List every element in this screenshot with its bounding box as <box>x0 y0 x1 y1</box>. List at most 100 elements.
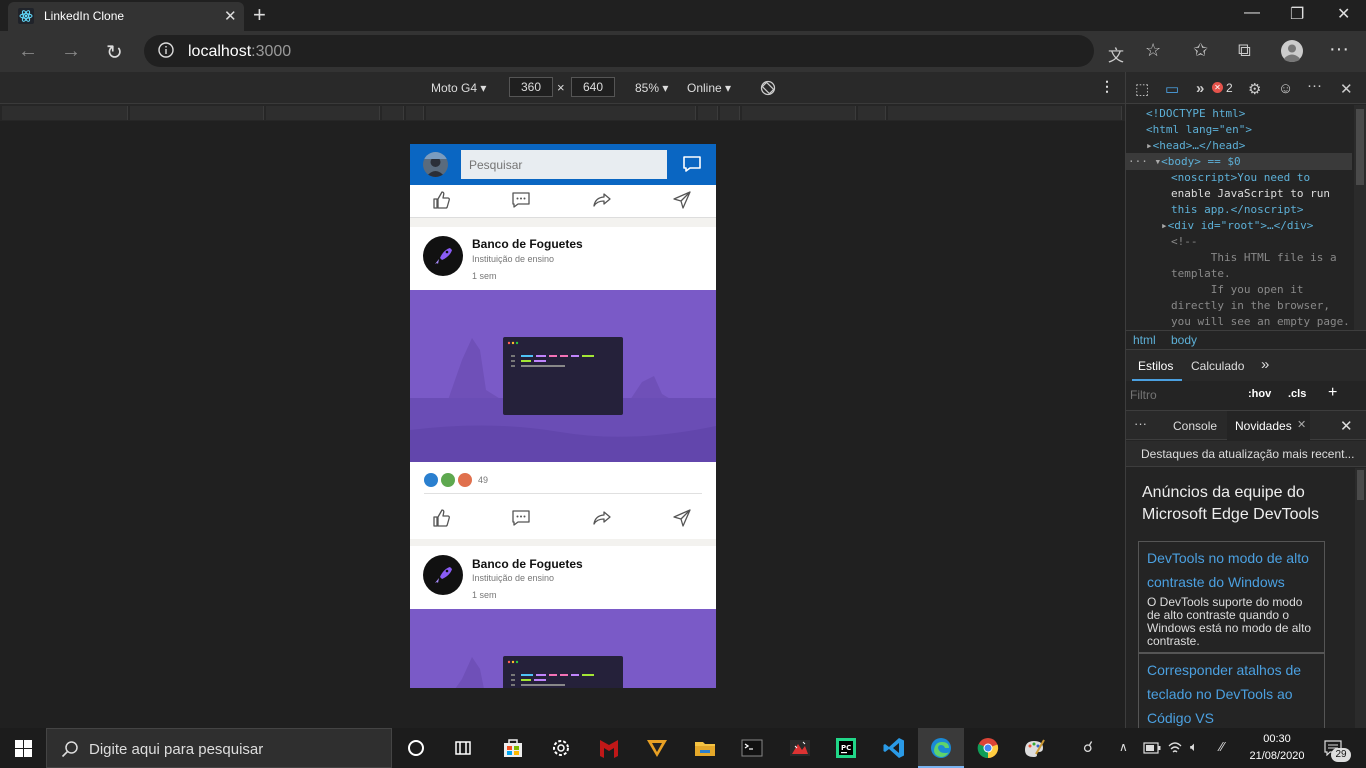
throttling-select[interactable]: Online ▾ <box>687 81 731 95</box>
settings-gear-icon[interactable]: ⚙ <box>1248 80 1261 98</box>
dom-node-selected[interactable]: ··· ▾<body> == $0 <box>1128 155 1241 168</box>
browser-tab[interactable]: LinkedIn Clone ✕ <box>8 2 244 31</box>
cls-button[interactable]: .cls <box>1288 388 1306 400</box>
share-icon[interactable] <box>592 190 612 210</box>
ruler-segment[interactable] <box>426 106 696 120</box>
more-tabs-icon[interactable]: » <box>1196 80 1204 97</box>
ruler-segment[interactable] <box>698 106 718 120</box>
news-card-heading[interactable]: DevTools no modo de alto contraste do Wi… <box>1147 546 1316 594</box>
volume-icon[interactable]: 🔈︎ <box>1190 739 1198 755</box>
device-height-input[interactable]: 640 <box>571 77 615 97</box>
ruler-segment[interactable] <box>742 106 856 120</box>
rotate-icon[interactable] <box>760 80 776 96</box>
ruler-segment[interactable] <box>858 106 886 120</box>
ruler-segment[interactable] <box>406 106 424 120</box>
device-emulation-icon[interactable]: ▭ <box>1165 80 1179 98</box>
more-tabs-icon[interactable]: » <box>1261 356 1269 373</box>
devtools-close-icon[interactable]: ✕ <box>1340 80 1353 98</box>
battery-icon[interactable] <box>1143 742 1161 754</box>
scrollbar[interactable] <box>1354 105 1366 330</box>
error-icon[interactable]: ✕ <box>1212 82 1223 93</box>
vscode-icon[interactable] <box>882 736 906 760</box>
info-icon[interactable] <box>157 41 175 59</box>
pycharm-icon[interactable]: PC <box>834 736 858 760</box>
like-icon[interactable] <box>431 190 451 210</box>
notification-badge[interactable]: 29 <box>1331 748 1351 762</box>
inspect-element-icon[interactable]: ⬚ <box>1135 80 1149 98</box>
device-width-input[interactable]: 360 <box>509 77 553 97</box>
post-image[interactable] <box>410 290 716 462</box>
wifi-icon[interactable] <box>1167 740 1183 756</box>
address-bar[interactable]: localhost:3000 <box>144 35 1094 67</box>
device-more-icon[interactable]: ⋮ <box>1100 78 1114 95</box>
error-count[interactable]: 2 <box>1226 81 1233 95</box>
styles-filter-input[interactable] <box>1130 385 1230 405</box>
breadcrumb-html[interactable]: html <box>1133 333 1156 347</box>
profile-avatar-icon[interactable] <box>1281 40 1303 62</box>
company-logo[interactable] <box>423 555 463 595</box>
add-rule-icon[interactable]: + <box>1328 384 1337 402</box>
ruler-segment[interactable] <box>720 106 740 120</box>
scrollbar-thumb[interactable] <box>1356 109 1364 185</box>
paint-icon[interactable] <box>1022 736 1046 760</box>
keyboard-language-icon[interactable]: ⁄⁄ <box>1220 739 1224 754</box>
tab-whats-new[interactable]: Novidades <box>1235 419 1292 433</box>
settings-icon[interactable] <box>549 736 573 760</box>
reaction-count[interactable]: 49 <box>478 475 488 485</box>
favorites-icon[interactable]: ✩ <box>1193 40 1208 61</box>
store-icon[interactable] <box>501 736 525 760</box>
forward-icon[interactable]: → <box>61 40 81 63</box>
news-card[interactable]: DevTools no modo de alto contraste do Wi… <box>1138 541 1325 653</box>
user-avatar[interactable] <box>423 152 448 177</box>
news-card[interactable]: Corresponder atalhos de teclado no DevTo… <box>1138 653 1325 728</box>
ruler-segment[interactable] <box>382 106 404 120</box>
device-select[interactable]: Moto G4 ▾ <box>431 81 486 95</box>
taskbar-search[interactable]: Digite aqui para pesquisar <box>46 728 392 768</box>
send-icon[interactable] <box>672 508 692 528</box>
scrollbar[interactable] <box>1355 468 1366 728</box>
tab-styles[interactable]: Estilos <box>1138 359 1173 373</box>
scrollbar-thumb[interactable] <box>1357 470 1364 500</box>
tab-close-icon[interactable]: ✕ <box>1297 418 1306 431</box>
hov-button[interactable]: :hov <box>1248 388 1271 400</box>
clock-time[interactable]: 00:30 <box>1244 733 1310 745</box>
dom-node[interactable]: ▸<div id="root">…</div> <box>1161 219 1313 232</box>
chrome-icon[interactable] <box>976 736 1000 760</box>
back-icon[interactable]: ← <box>18 40 38 63</box>
devtools-more-icon[interactable]: ··· <box>1307 77 1322 94</box>
translate-icon[interactable]: 文 <box>1108 42 1124 66</box>
zoom-select[interactable]: 85% ▾ <box>635 81 668 95</box>
file-explorer-icon[interactable] <box>693 736 717 760</box>
windows-start-icon[interactable] <box>15 740 32 757</box>
tab-close-icon[interactable]: ✕ <box>224 7 237 25</box>
company-name[interactable]: Banco de Foguetes <box>472 237 583 251</box>
comment-icon[interactable] <box>511 508 531 528</box>
clock-date[interactable]: 21/08/2020 <box>1244 750 1310 762</box>
restore-icon[interactable]: ❐ <box>1290 4 1304 24</box>
dom-node[interactable]: <!DOCTYPE html> <box>1146 107 1245 120</box>
messages-icon[interactable] <box>682 154 702 174</box>
send-icon[interactable] <box>672 190 692 210</box>
minimize-icon[interactable]: — <box>1244 4 1260 22</box>
dom-node[interactable]: ▸<head>…</head> <box>1146 139 1245 152</box>
edge-icon[interactable] <box>929 736 953 760</box>
drawer-close-icon[interactable]: ✕ <box>1340 417 1353 435</box>
cortana-icon[interactable] <box>404 736 428 760</box>
terminal-icon[interactable] <box>740 736 764 760</box>
tab-computed[interactable]: Calculado <box>1191 359 1244 373</box>
comment-icon[interactable] <box>511 190 531 210</box>
game-launcher-icon[interactable] <box>645 736 669 760</box>
people-icon[interactable]: ☌ <box>1083 738 1093 756</box>
app-icon[interactable] <box>788 736 812 760</box>
collections-icon[interactable]: ⧉ <box>1238 40 1251 61</box>
refresh-icon[interactable]: ↻ <box>106 40 123 65</box>
show-hidden-icons[interactable]: ∧ <box>1119 740 1128 754</box>
search-input[interactable] <box>461 150 667 179</box>
feedback-icon[interactable]: ☺ <box>1278 80 1293 97</box>
like-icon[interactable] <box>431 508 451 528</box>
ruler-segment[interactable] <box>2 106 128 120</box>
mcafee-icon[interactable] <box>597 736 621 760</box>
ruler-segment[interactable] <box>130 106 264 120</box>
drawer-more-icon[interactable]: ··· <box>1134 416 1147 431</box>
ruler-segment[interactable] <box>888 106 1122 120</box>
